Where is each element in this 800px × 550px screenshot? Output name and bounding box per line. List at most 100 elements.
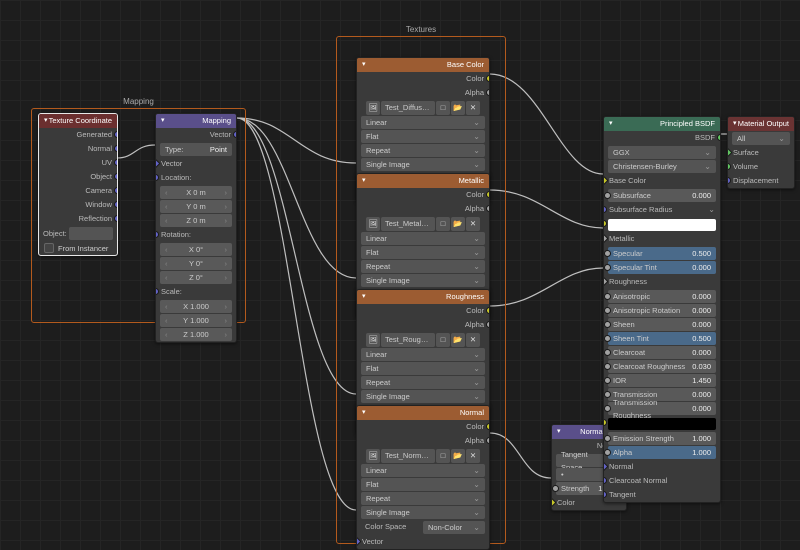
image-datablock-row[interactable]: 🖼 Test_Metalnes... □ 📂 ✕	[361, 217, 485, 231]
image-name-field[interactable]: Test_Diffuse.p...	[381, 101, 435, 115]
node-header[interactable]: Principled BSDF	[604, 117, 720, 131]
bsdf-base-color: Base Color	[604, 174, 720, 188]
type-field[interactable]: Type:Point	[160, 143, 232, 156]
browse-image-icon[interactable]: 🖼	[366, 217, 380, 231]
projection-field[interactable]: Flat	[361, 130, 485, 143]
rot-y[interactable]: Y 0°	[160, 257, 232, 270]
users-icon[interactable]: □	[436, 449, 450, 463]
node-header[interactable]: Mapping	[156, 114, 236, 128]
out-color: Color	[357, 304, 489, 318]
node-header[interactable]: Roughness	[357, 290, 489, 304]
target-field[interactable]: All	[732, 132, 790, 145]
unlink-icon[interactable]: ✕	[466, 217, 480, 231]
scl-y[interactable]: Y 1.000	[160, 314, 232, 327]
node-header[interactable]: Metallic	[357, 174, 489, 188]
rot-z[interactable]: Z 0°	[160, 271, 232, 284]
browse-image-icon[interactable]: 🖼	[366, 449, 380, 463]
unlink-icon[interactable]: ✕	[466, 101, 480, 115]
extension-field[interactable]: Repeat	[361, 260, 485, 273]
browse-image-icon[interactable]: 🖼	[366, 333, 380, 347]
projection-field[interactable]: Flat	[361, 246, 485, 259]
loc-z[interactable]: Z 0 m	[160, 214, 232, 227]
node-mapping[interactable]: Mapping Vector Type:Point Vector Locatio…	[155, 113, 237, 343]
out-uv: UV	[39, 156, 117, 170]
bsdf-roughness: Roughness	[604, 275, 720, 289]
interpolation-field[interactable]: Linear	[361, 464, 485, 477]
image-name-field[interactable]: Test_Roughne...	[381, 333, 435, 347]
source-field[interactable]: Single Image	[361, 390, 485, 403]
unlink-icon[interactable]: ✕	[466, 333, 480, 347]
distribution-field[interactable]: GGX	[608, 146, 716, 159]
source-field[interactable]: Single Image	[361, 274, 485, 287]
sss-method-field[interactable]: Christensen-Burley	[608, 160, 716, 173]
node-texture-coordinate[interactable]: Texture Coordinate GeneratedNormalUVObje…	[38, 113, 118, 256]
source-field[interactable]: Single Image	[361, 506, 485, 519]
interpolation-field[interactable]: Linear	[361, 232, 485, 245]
bsdf-clearcoat[interactable]: Clearcoat0.000	[608, 346, 716, 359]
extension-field[interactable]: Repeat	[361, 492, 485, 505]
loc-x[interactable]: X 0 m	[160, 186, 232, 199]
node-image-texture-normal[interactable]: Normal Color Alpha 🖼 Test_Normal.p... □ …	[356, 405, 490, 550]
source-field[interactable]: Single Image	[361, 158, 485, 171]
unlink-icon[interactable]: ✕	[466, 449, 480, 463]
in-volume: Volume	[728, 160, 794, 174]
image-datablock-row[interactable]: 🖼 Test_Diffuse.p... □ 📂 ✕	[361, 101, 485, 115]
loc-y[interactable]: Y 0 m	[160, 200, 232, 213]
extension-field[interactable]: Repeat	[361, 144, 485, 157]
scl-x[interactable]: X 1.000	[160, 300, 232, 313]
users-icon[interactable]: □	[436, 101, 450, 115]
from-instancer-row[interactable]: From Instancer	[39, 241, 117, 255]
object-field[interactable]	[69, 227, 113, 240]
bsdf-alpha[interactable]: Alpha1.000	[608, 446, 716, 459]
bsdf-specular[interactable]: Specular0.500	[608, 247, 716, 260]
image-datablock-row[interactable]: 🖼 Test_Roughne... □ 📂 ✕	[361, 333, 485, 347]
node-principled-bsdf[interactable]: Principled BSDF BSDF GGX Christensen-Bur…	[603, 116, 721, 503]
out-alpha: Alpha	[357, 86, 489, 100]
image-name-field[interactable]: Test_Metalnes...	[381, 217, 435, 231]
users-icon[interactable]: □	[436, 333, 450, 347]
node-header[interactable]: Texture Coordinate	[39, 114, 117, 128]
checkbox-icon[interactable]	[44, 243, 54, 253]
open-file-icon[interactable]: 📂	[451, 333, 465, 347]
node-header[interactable]: Base Color	[357, 58, 489, 72]
open-file-icon[interactable]: 📂	[451, 217, 465, 231]
bsdf-sheen[interactable]: Sheen0.000	[608, 318, 716, 331]
object-field-row[interactable]: Object:	[43, 227, 113, 240]
out-reflection: Reflection	[39, 212, 117, 226]
bsdf-subsurface[interactable]: Subsurface0.000	[608, 189, 716, 202]
bsdf-subsurface-color[interactable]	[604, 217, 720, 232]
out-window: Window	[39, 198, 117, 212]
bsdf-emission-strength[interactable]: Emission Strength1.000	[608, 432, 716, 445]
image-name-field[interactable]: Test_Normal.p...	[381, 449, 435, 463]
bsdf-specular-tint[interactable]: Specular Tint0.000	[608, 261, 716, 274]
node-header[interactable]: Material Output	[728, 117, 794, 131]
out-alpha: Alpha	[357, 434, 489, 448]
extension-field[interactable]: Repeat	[361, 376, 485, 389]
rot-x[interactable]: X 0°	[160, 243, 232, 256]
scale-label: Scale:	[156, 285, 236, 299]
browse-image-icon[interactable]: 🖼	[366, 101, 380, 115]
users-icon[interactable]: □	[436, 217, 450, 231]
bsdf-sheen-tint[interactable]: Sheen Tint0.500	[608, 332, 716, 345]
bsdf-emission[interactable]	[604, 416, 720, 431]
interpolation-field[interactable]: Linear	[361, 348, 485, 361]
out-object: Object	[39, 170, 117, 184]
colorspace-field[interactable]: Color Space Non-Color	[361, 520, 485, 534]
scl-z[interactable]: Z 1.000	[160, 328, 232, 341]
bsdf-transmission-roughness[interactable]: Transmission Roughness0.000	[608, 402, 716, 415]
bsdf-clearcoat-roughness[interactable]: Clearcoat Roughness0.030	[608, 360, 716, 373]
node-header[interactable]: Normal	[357, 406, 489, 420]
out-color: Color	[357, 420, 489, 434]
bsdf-subsurface-radius[interactable]: Subsurface Radius	[604, 203, 720, 217]
bsdf-anisotropic[interactable]: Anisotropic0.000	[608, 290, 716, 303]
open-file-icon[interactable]: 📂	[451, 449, 465, 463]
open-file-icon[interactable]: 📂	[451, 101, 465, 115]
bsdf-anisotropic-rotation[interactable]: Anisotropic Rotation0.000	[608, 304, 716, 317]
out-alpha: Alpha	[357, 202, 489, 216]
interpolation-field[interactable]: Linear	[361, 116, 485, 129]
node-material-output[interactable]: Material Output All SurfaceVolumeDisplac…	[727, 116, 795, 189]
projection-field[interactable]: Flat	[361, 362, 485, 375]
projection-field[interactable]: Flat	[361, 478, 485, 491]
image-datablock-row[interactable]: 🖼 Test_Normal.p... □ 📂 ✕	[361, 449, 485, 463]
bsdf-ior[interactable]: IOR1.450	[608, 374, 716, 387]
